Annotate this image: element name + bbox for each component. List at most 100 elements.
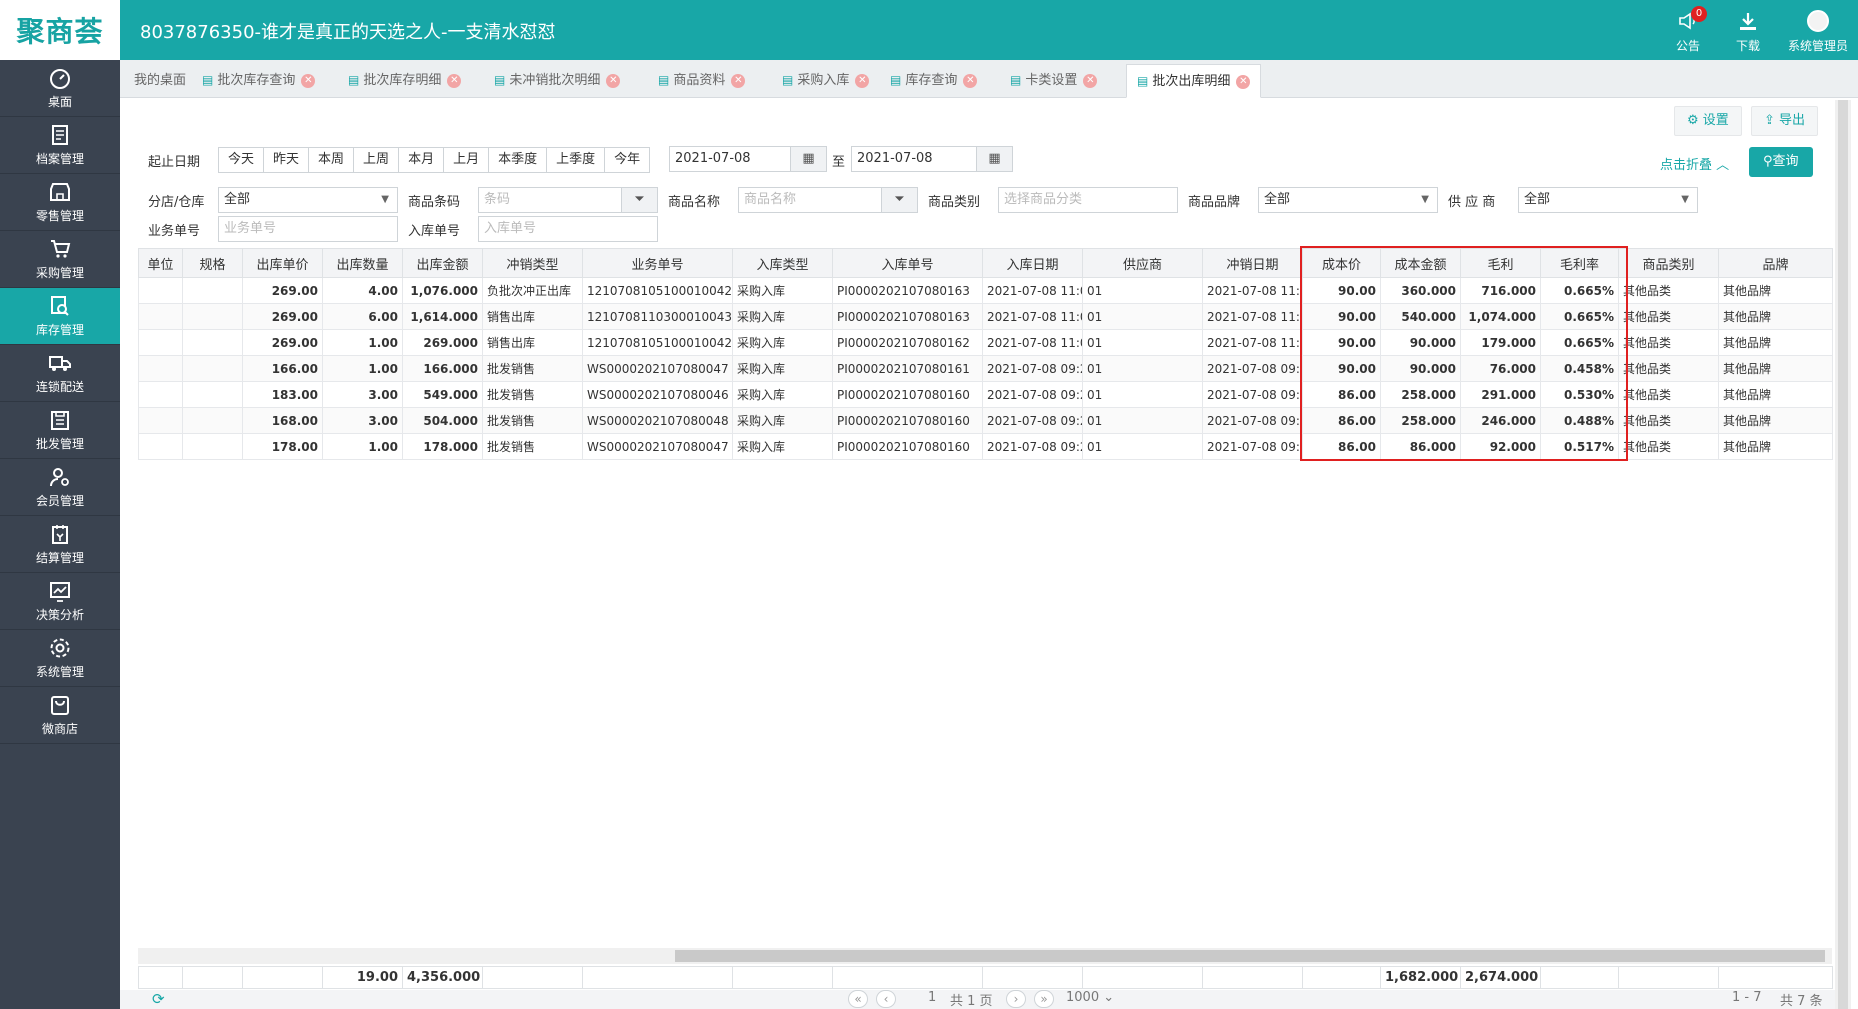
tab-6[interactable]: ▤ 库存查询 ✕: [880, 64, 987, 98]
download-button[interactable]: 下载: [1713, 10, 1783, 54]
quick-date-button[interactable]: 今天: [219, 148, 265, 172]
column-header[interactable]: 商品类别: [1618, 248, 1719, 278]
sidebar-item-9[interactable]: 决策分析: [0, 573, 120, 630]
tab-5[interactable]: ▤ 采购入库 ✕: [772, 64, 879, 98]
vertical-scrollbar[interactable]: [1835, 100, 1851, 1009]
tab-8[interactable]: ▤ 批次出库明细 ✕: [1126, 64, 1262, 98]
column-header[interactable]: 出库金额: [402, 248, 483, 278]
sidebar-item-8[interactable]: 结算管理: [0, 516, 120, 573]
tab-2[interactable]: ▤ 批次库存明细 ✕: [338, 64, 471, 98]
column-header[interactable]: 入库单号: [832, 248, 983, 278]
product-name-input[interactable]: 商品名称 ⏷: [738, 187, 918, 213]
tab-1[interactable]: ▤ 批次库存查询 ✕: [192, 64, 325, 98]
column-header[interactable]: 毛利率: [1540, 248, 1619, 278]
sidebar-item-1[interactable]: 档案管理: [0, 117, 120, 174]
sidebar-item-5[interactable]: 连锁配送: [0, 345, 120, 402]
page-number-input[interactable]: 1: [928, 990, 936, 1005]
tab-0[interactable]: 我的桌面: [124, 64, 196, 98]
column-header[interactable]: 入库类型: [732, 248, 833, 278]
close-icon[interactable]: ✕: [963, 74, 978, 88]
sidebar-item-2[interactable]: 零售管理: [0, 174, 120, 231]
column-header[interactable]: 成本金额: [1380, 248, 1461, 278]
table-row[interactable]: 269.00 4.00 1,076.000 负批次冲正出库 12107081051000…: [138, 277, 1833, 304]
prev-page-button[interactable]: ‹: [876, 990, 896, 1008]
first-page-button[interactable]: «: [848, 990, 868, 1008]
column-header[interactable]: 供应商: [1082, 248, 1203, 278]
table-row[interactable]: 166.00 1.00 166.000 批发销售 WS0000202107080047 采…: [138, 355, 1833, 382]
refresh-icon[interactable]: ⟳: [152, 990, 165, 1008]
scroll-thumb[interactable]: [1838, 100, 1848, 1009]
query-button[interactable]: ⚲查询: [1749, 147, 1813, 177]
user-menu[interactable]: 系统管理员: [1781, 10, 1855, 54]
quick-date-group: 今天 昨天 本周 上周 本月 上月 本季度 上季度 今年: [218, 147, 651, 173]
column-header[interactable]: 规格: [182, 248, 243, 278]
sidebar-item-10[interactable]: 系统管理: [0, 630, 120, 687]
column-header[interactable]: 入库日期: [982, 248, 1083, 278]
table-row[interactable]: 269.00 6.00 1,614.000 销售出库 12107081103000100…: [138, 303, 1833, 330]
tab-3[interactable]: ▤ 未冲销批次明细 ✕: [484, 64, 630, 98]
export-button[interactable]: ⇪ 导出: [1751, 106, 1819, 136]
column-header[interactable]: 毛利: [1460, 248, 1541, 278]
barcode-input[interactable]: 条码 ⏷: [478, 187, 658, 213]
quick-date-button[interactable]: 本周: [309, 148, 355, 172]
close-icon[interactable]: ✕: [301, 74, 316, 88]
page-size-select[interactable]: 1000 ⌄: [1066, 990, 1114, 1005]
end-date-input[interactable]: 2021-07-08 ▦: [851, 146, 1013, 172]
close-icon[interactable]: ✕: [1083, 74, 1098, 88]
calendar-icon[interactable]: ▦: [976, 147, 1012, 171]
sidebar-item-6[interactable]: 批发管理: [0, 402, 120, 459]
brand-select[interactable]: 全部 ▼: [1258, 187, 1438, 213]
sidebar-item-3[interactable]: 采购管理: [0, 231, 120, 288]
collapse-link[interactable]: 点击折叠 ︿: [1660, 154, 1729, 173]
column-header[interactable]: 业务单号: [582, 248, 733, 278]
next-page-button[interactable]: ›: [1006, 990, 1026, 1008]
close-icon[interactable]: ✕: [855, 74, 870, 88]
sidebar-item-7[interactable]: 会员管理: [0, 459, 120, 516]
close-icon[interactable]: ✕: [1236, 75, 1251, 89]
sidebar-item-0[interactable]: 桌面: [0, 60, 120, 117]
quick-date-button[interactable]: 上周: [354, 148, 400, 172]
sidebar-item-11[interactable]: 微商店: [0, 687, 120, 744]
tab-7[interactable]: ▤ 卡类设置 ✕: [1000, 64, 1107, 98]
table-cell: 其他品牌: [1718, 407, 1833, 434]
quick-date-button[interactable]: 本月: [399, 148, 445, 172]
filter-icon[interactable]: ⏷: [881, 188, 917, 212]
bizno-input[interactable]: 业务单号: [218, 216, 398, 242]
table-cell: 其他品牌: [1718, 329, 1833, 356]
column-header[interactable]: 出库单价: [242, 248, 323, 278]
quick-date-button[interactable]: 今年: [605, 148, 650, 172]
table-row[interactable]: 269.00 1.00 269.000 销售出库 1210708105100010042…: [138, 329, 1833, 356]
scroll-thumb[interactable]: [675, 950, 1825, 962]
table-row[interactable]: 183.00 3.00 549.000 批发销售 WS0000202107080046 采…: [138, 381, 1833, 408]
table-cell: [182, 277, 243, 304]
column-header[interactable]: 品牌: [1718, 248, 1833, 278]
table-row[interactable]: 168.00 3.00 504.000 批发销售 WS0000202107080048 采…: [138, 407, 1833, 434]
column-header[interactable]: 成本价: [1302, 248, 1381, 278]
settings-button[interactable]: ⚙ 设置: [1674, 106, 1742, 136]
app-logo[interactable]: 聚商荟: [0, 0, 120, 60]
sidebar-item-4[interactable]: 库存管理: [0, 288, 120, 345]
inno-input[interactable]: 入库单号: [478, 216, 658, 242]
column-header[interactable]: 出库数量: [322, 248, 403, 278]
supplier-select[interactable]: 全部 ▼: [1518, 187, 1698, 213]
start-date-input[interactable]: 2021-07-08 ▦: [669, 146, 827, 172]
quick-date-button[interactable]: 本季度: [489, 148, 548, 172]
filter-icon[interactable]: ⏷: [621, 188, 657, 212]
horizontal-scrollbar[interactable]: [138, 948, 1832, 964]
column-header[interactable]: 冲销类型: [482, 248, 583, 278]
column-header[interactable]: 单位: [138, 248, 183, 278]
quick-date-button[interactable]: 上月: [444, 148, 490, 172]
column-header[interactable]: 冲销日期: [1202, 248, 1303, 278]
close-icon[interactable]: ✕: [731, 74, 746, 88]
table-row[interactable]: 178.00 1.00 178.000 批发销售 WS0000202107080047 采…: [138, 433, 1833, 460]
quick-date-button[interactable]: 上季度: [547, 148, 606, 172]
close-icon[interactable]: ✕: [447, 74, 462, 88]
last-page-button[interactable]: »: [1034, 990, 1054, 1008]
quick-date-button[interactable]: 昨天: [264, 148, 310, 172]
tab-4[interactable]: ▤ 商品资料 ✕: [648, 64, 755, 98]
range-text: 1 - 7: [1732, 990, 1762, 1005]
category-input[interactable]: 选择商品分类: [998, 187, 1178, 213]
close-icon[interactable]: ✕: [606, 74, 621, 88]
calendar-icon[interactable]: ▦: [790, 147, 826, 171]
store-select[interactable]: 全部 ▼: [218, 187, 398, 213]
